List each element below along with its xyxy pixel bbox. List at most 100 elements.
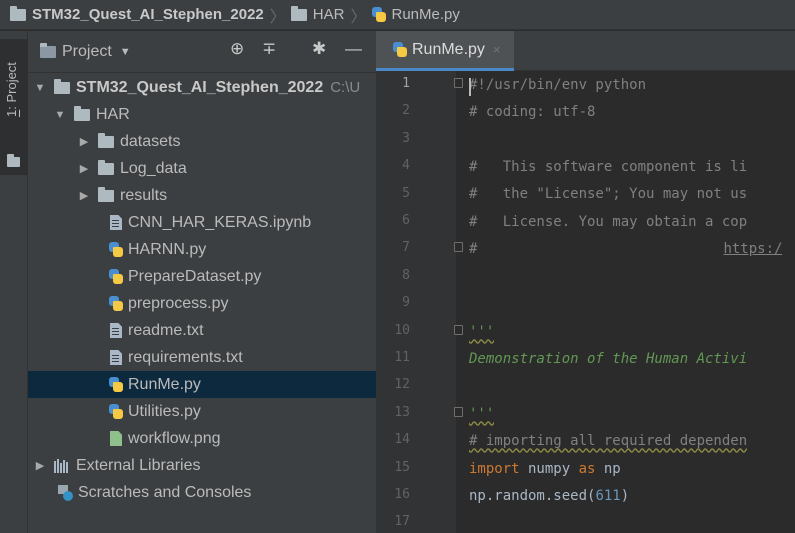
line-number: 15 (394, 459, 410, 475)
code-keyword: as (578, 460, 596, 477)
breadcrumb-file[interactable]: RunMe.py (371, 6, 460, 23)
line-number: 1 (402, 76, 410, 91)
notebook-file-icon (110, 215, 122, 230)
code-line-11[interactable]: Demonstration of the Human Activi (469, 345, 747, 372)
code-text: ''' (469, 405, 495, 422)
folder-icon (54, 78, 70, 94)
code-text: # License. You may obtain a cop (469, 213, 748, 230)
line-number: 17 (394, 514, 410, 530)
tree-item-root[interactable]: ▼ STM32_Quest_AI_Stephen_2022 C:\U (28, 74, 376, 101)
line-number: 7 (402, 240, 410, 256)
tree-item-har[interactable]: ▼ HAR (28, 101, 376, 128)
line-number: 8 (402, 267, 410, 283)
tree-item-label: Utilities.py (128, 402, 201, 420)
project-view-selector[interactable]: Project (62, 43, 112, 61)
tree-item-cnn-har-keras[interactable]: CNN_HAR_KERAS.ipynb (28, 209, 376, 236)
tree-item-scratches[interactable]: Scratches and Consoles (28, 479, 376, 506)
chevron-down-icon[interactable]: ▼ (34, 82, 46, 94)
folder-icon (98, 159, 114, 175)
python-file-icon (108, 376, 124, 393)
tree-item-workflow[interactable]: workflow.png (28, 425, 376, 452)
tree-item-label: RunMe.py (128, 375, 201, 393)
folder-icon (98, 186, 114, 202)
line-number: 2 (402, 103, 410, 119)
tree-item-harnn[interactable]: HARNN.py (28, 236, 376, 263)
project-tool-tab[interactable]: 1: Project (0, 39, 28, 175)
tree-item-datasets[interactable]: ▶ datasets (28, 128, 376, 155)
code-text: # coding: utf-8 (469, 103, 596, 120)
chevron-down-icon[interactable]: ▼ (54, 109, 66, 121)
folder-icon (10, 5, 26, 21)
collapse-icon[interactable]: ∓ (262, 39, 276, 59)
fold-marker-icon[interactable] (454, 242, 463, 252)
fold-marker-icon[interactable] (454, 407, 463, 417)
chevron-right-icon[interactable]: ▶ (34, 459, 46, 472)
tree-item-label: datasets (120, 132, 181, 150)
fold-marker-icon[interactable] (454, 325, 463, 335)
editor-tab-bar: RunMe.py × (376, 31, 795, 71)
tree-item-label: results (120, 186, 168, 204)
tree-item-label: PrepareDataset.py (128, 267, 262, 285)
code-line-5[interactable]: # the "License"; You may not us (469, 180, 747, 207)
line-number: 3 (402, 130, 410, 146)
tree-item-log-data[interactable]: ▶ Log_data (28, 155, 376, 182)
tree-item-preparedataset[interactable]: PrepareDataset.py (28, 263, 376, 290)
line-number: 12 (394, 377, 410, 393)
code-text: ''' (469, 323, 495, 340)
tree-item-external-libraries[interactable]: ▶ External Libraries (28, 452, 376, 479)
breadcrumb-separator: 〉 (350, 8, 367, 26)
folder-icon (98, 132, 114, 148)
fold-marker-icon[interactable] (454, 78, 463, 88)
close-icon[interactable]: × (493, 42, 501, 57)
tree-item-label: HAR (96, 105, 130, 123)
tree-item-utilities[interactable]: Utilities.py (28, 398, 376, 425)
chevron-down-icon[interactable]: ▼ (120, 46, 131, 58)
line-number: 14 (394, 432, 410, 448)
python-file-icon (108, 268, 124, 285)
tree-item-label: STM32_Quest_AI_Stephen_2022 (76, 78, 324, 96)
code-line-15[interactable]: import numpy as np (469, 455, 621, 482)
code-line-10[interactable]: ''' (469, 318, 494, 345)
chevron-right-icon[interactable]: ▶ (78, 189, 90, 202)
project-view-icon (40, 42, 56, 58)
breadcrumb-separator: 〉 (269, 8, 286, 26)
line-number: 16 (394, 487, 410, 502)
line-number: 6 (402, 213, 410, 228)
code-text: # importing all required dependen (469, 432, 748, 449)
gear-icon[interactable]: ✱ (312, 39, 326, 59)
python-file-icon (108, 295, 124, 312)
line-number: 5 (402, 185, 410, 201)
minimize-icon[interactable]: — (345, 39, 362, 59)
line-number: 9 (402, 295, 410, 311)
code-line-16[interactable]: np.random.seed(611) (469, 482, 629, 509)
breadcrumb-project[interactable]: STM32_Quest_AI_Stephen_2022 (10, 5, 264, 23)
tree-item-preprocess[interactable]: preprocess.py (28, 290, 376, 317)
chevron-right-icon[interactable]: ▶ (78, 135, 90, 148)
python-file-icon (371, 6, 387, 23)
tree-item-runme[interactable]: RunMe.py (28, 371, 376, 398)
tree-item-results[interactable]: ▶ results (28, 182, 376, 209)
breadcrumb-folder[interactable]: HAR (290, 5, 344, 23)
editor-tab-runme[interactable]: RunMe.py × (376, 31, 514, 71)
code-line-2[interactable]: # coding: utf-8 (469, 98, 595, 125)
code-line-7[interactable]: # https:/ (469, 235, 782, 262)
code-line-14[interactable]: # importing all required dependen (469, 427, 747, 454)
code-keyword: import (469, 460, 520, 477)
tree-item-requirements[interactable]: requirements.txt (28, 344, 376, 371)
code-link[interactable]: https:/ (723, 241, 782, 257)
chevron-right-icon[interactable]: ▶ (78, 162, 90, 175)
scratches-icon (56, 484, 74, 502)
code-line-6[interactable]: # License. You may obtain a cop (469, 208, 747, 235)
code-line-1[interactable]: #!/usr/bin/env python (469, 71, 646, 98)
folder-icon (7, 154, 20, 167)
line-number: 10 (394, 322, 410, 338)
tree-item-readme[interactable]: readme.txt (28, 317, 376, 344)
crosshair-icon[interactable]: ⊕ (230, 39, 244, 59)
code-line-13[interactable]: ''' (469, 400, 494, 427)
code-text: # (469, 240, 478, 257)
python-file-icon (108, 241, 124, 258)
code-text: ) (620, 487, 630, 504)
tree-item-label: CNN_HAR_KERAS.ipynb (128, 213, 312, 231)
code-line-4[interactable]: # This software component is li (469, 153, 747, 180)
project-panel: Project ▼ ⊕ ∓ ✱ — ▼ STM32_Quest_AI_Steph… (28, 31, 376, 533)
